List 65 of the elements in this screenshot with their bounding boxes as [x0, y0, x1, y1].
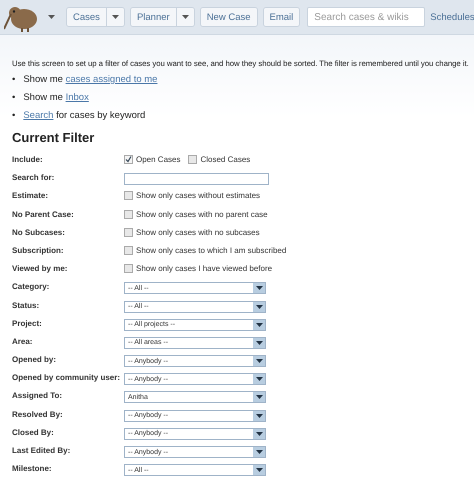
dropdown-button[interactable] [106, 7, 125, 27]
dropdown-arrow-icon [256, 377, 262, 382]
checkbox[interactable] [124, 246, 133, 255]
checkbox[interactable] [124, 155, 133, 164]
shortcut-link[interactable]: cases assigned to me [66, 74, 158, 85]
caret-icon [112, 15, 119, 19]
dropdown-arrow-icon [256, 340, 262, 345]
checkbox-label: Open Cases [136, 155, 180, 164]
field-label: Subscription: [12, 246, 65, 256]
field-label: Area: [12, 336, 34, 347]
bullet: • [12, 110, 16, 122]
field-label: Milestone: [12, 464, 53, 474]
checkbox-label: Closed Cases [200, 155, 250, 164]
nav-button[interactable]: Planner [130, 7, 177, 27]
field-label: No Subcases: [12, 228, 66, 238]
field-label: Last Edited By: [12, 446, 72, 456]
checkbox[interactable] [188, 155, 198, 164]
shortcut-text: Show me cases assigned to me [23, 74, 158, 86]
search-input[interactable] [124, 173, 269, 186]
field-label: Resolved By: [12, 410, 64, 420]
checkbox-label: Show only cases with no subcases [136, 228, 260, 237]
field-label: Status: [12, 300, 40, 310]
checkbox-label: Show only cases without estimates [136, 191, 260, 200]
shortcut-text: Show me Inbox [23, 92, 89, 104]
field-label: Opened by: [12, 355, 58, 366]
field-label: Closed By: [12, 428, 55, 438]
caret-icon [48, 15, 55, 19]
field-label: No Parent Case: [12, 210, 75, 220]
shortcut-link[interactable]: Search [23, 110, 54, 121]
nav-button[interactable]: Email [262, 7, 300, 27]
dropdown-button[interactable] [176, 7, 195, 27]
bullet: • [12, 74, 16, 86]
nav-button[interactable]: New Case [200, 7, 258, 27]
dropdown-arrow-icon [256, 286, 262, 290]
checkbox[interactable] [124, 264, 133, 274]
checkbox[interactable] [124, 210, 133, 219]
dropdown-arrow-icon [256, 414, 262, 418]
checkbox-label: Show only cases with no parent case [136, 210, 268, 219]
field-label: Project: [12, 318, 43, 329]
caret-icon [182, 15, 189, 19]
checkbox-label: Show only cases I have viewed before [136, 264, 272, 274]
section-heading: Current Filter [12, 130, 96, 145]
shortcut-text: Search for cases by keyword [23, 110, 146, 122]
shortcut-link[interactable]: Inbox [66, 92, 89, 103]
field-label: Include: [12, 155, 44, 165]
dropdown-arrow-icon [256, 468, 262, 472]
field-label: Assigned To: [12, 391, 64, 402]
dropdown-arrow-icon [256, 432, 262, 436]
field-label: Opened by community user: [12, 373, 122, 384]
checkbox[interactable] [124, 228, 133, 237]
dropdown-arrow-icon [256, 395, 262, 400]
dropdown-arrow-icon [256, 359, 262, 364]
search-field[interactable]: Search cases & wikis [307, 7, 426, 27]
dropdown-arrow-icon [256, 450, 262, 454]
bullet: • [12, 92, 16, 104]
field-label: Estimate: [12, 191, 50, 202]
nav-button[interactable]: Cases [66, 7, 107, 27]
checkbox-label: Show only cases to which I am subscribed [136, 246, 286, 255]
field-label: Search for: [12, 173, 56, 184]
nav-link[interactable]: Schedules [430, 12, 474, 22]
dropdown-arrow-icon [256, 322, 262, 327]
field-label: Viewed by me: [12, 264, 68, 274]
field-label: Category: [12, 282, 50, 292]
dropdown-arrow-icon [256, 304, 262, 308]
checkbox[interactable] [124, 191, 133, 200]
